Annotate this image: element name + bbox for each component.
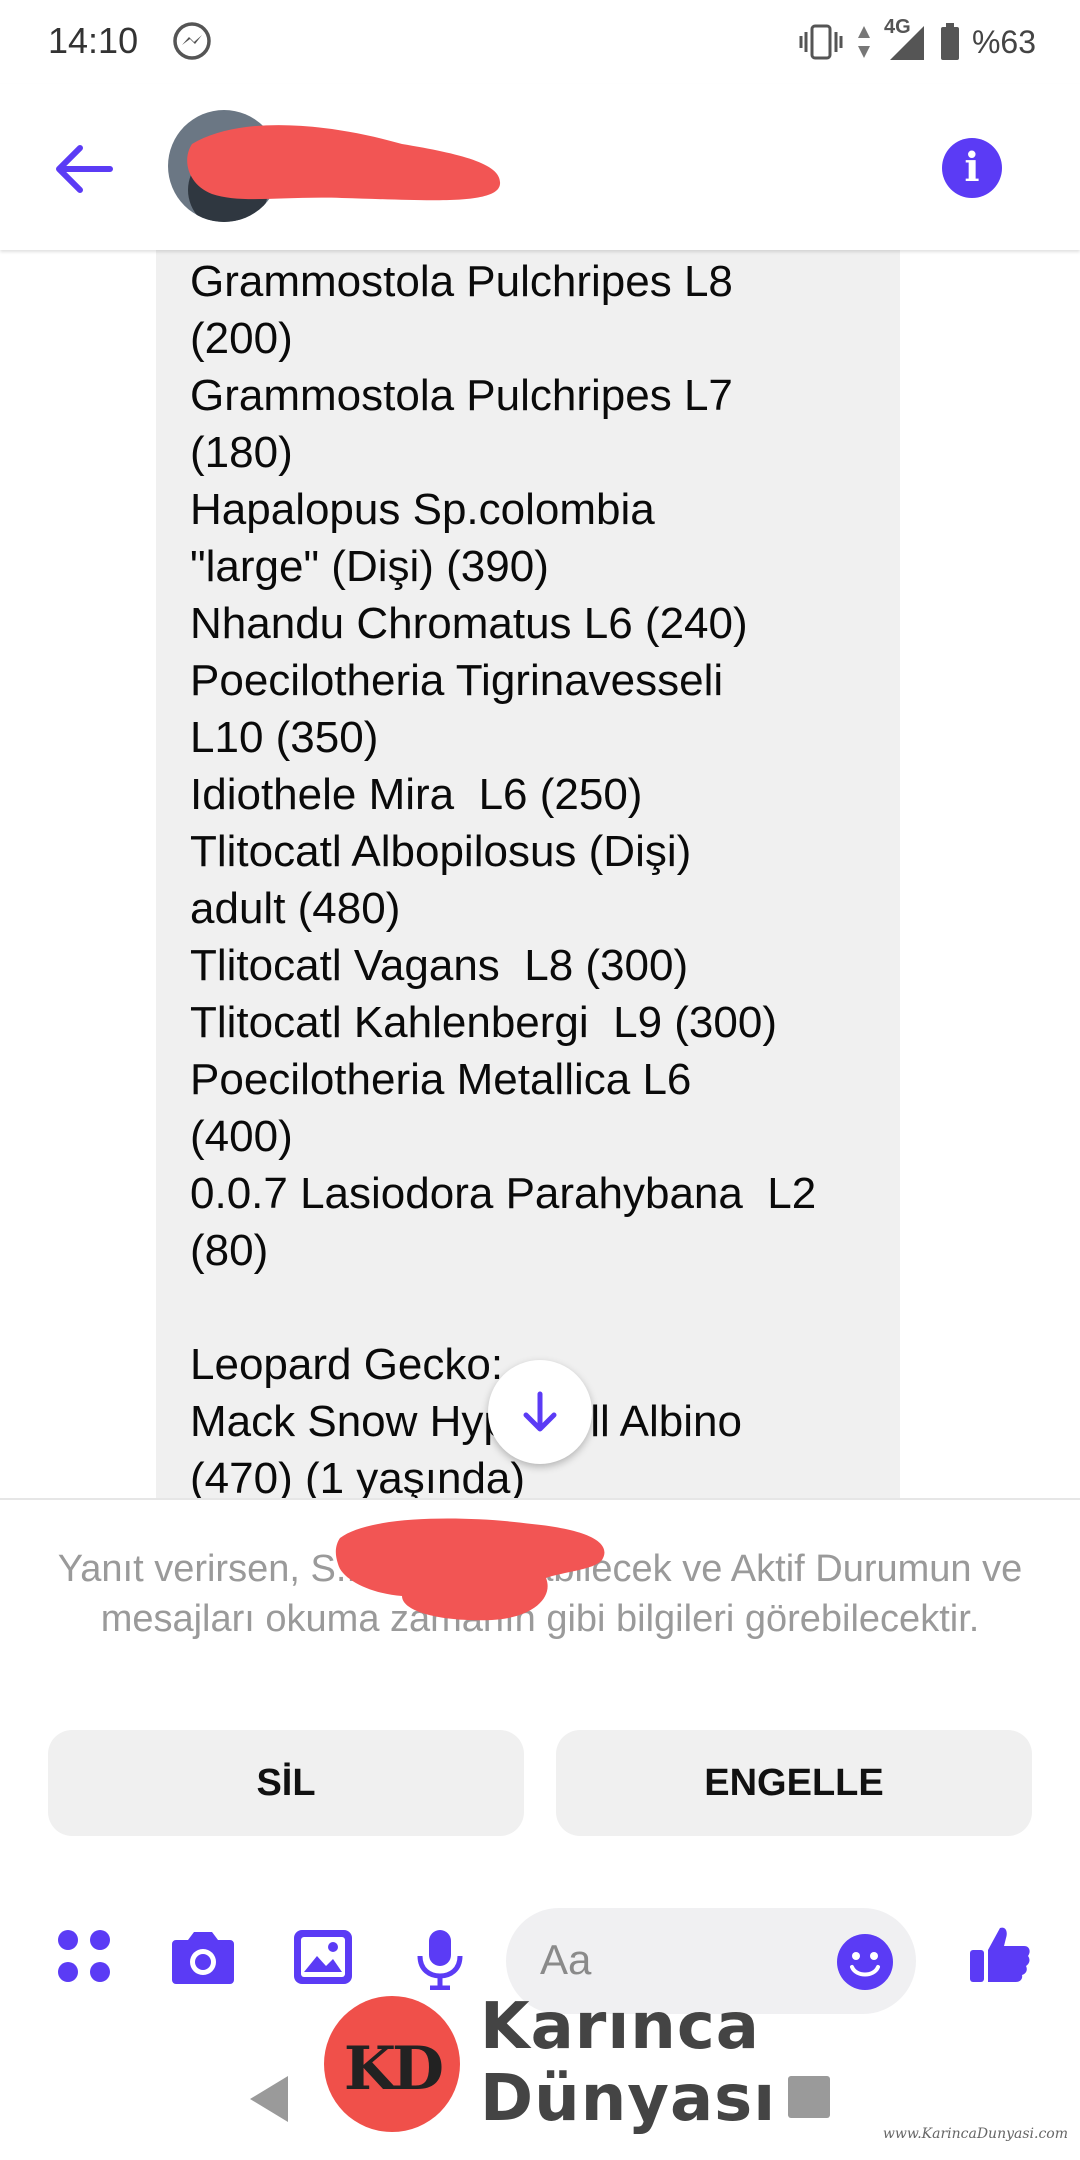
message-line: (200) xyxy=(190,314,293,363)
message-line: Poecilotheria Tigrinavesseli xyxy=(190,656,724,705)
microphone-icon[interactable] xyxy=(414,1928,466,1995)
messenger-icon xyxy=(170,20,214,64)
watermark-url: www.KarincaDunyasi.com xyxy=(882,2126,1068,2142)
status-time: 14:10 xyxy=(48,20,139,61)
gallery-icon[interactable] xyxy=(292,1928,354,1991)
message-line: 0.0.7 Lasiodora Parahybana L2 xyxy=(190,1169,817,1218)
status-indicators: 4G %63 xyxy=(798,16,1036,66)
data-arrows-icon xyxy=(856,24,872,60)
battery-icon xyxy=(940,23,960,61)
battery-percent: %63 xyxy=(971,23,1036,60)
status-bar: 14:10 4G %63 xyxy=(0,0,1080,84)
arrow-left-icon xyxy=(56,145,113,193)
message-bubble[interactable]: (...) Grammostola Pulchripes L8 (200) Gr… xyxy=(156,250,900,1498)
delete-button[interactable]: SİL xyxy=(48,1730,524,1836)
logo-initials: KD xyxy=(343,2034,444,2104)
message-line: (400) xyxy=(190,1112,293,1161)
logo-text-line2: Dünyası xyxy=(480,2062,777,2136)
logo-circle: KD xyxy=(324,1996,460,2132)
thumbs-up-icon[interactable] xyxy=(968,1922,1032,1991)
signal-icon: 4G xyxy=(884,16,928,62)
nav-recents-icon[interactable] xyxy=(788,2076,830,2118)
message-line: Tlitocatl Albopilosus (Dişi) xyxy=(190,827,692,876)
message-line: Idiothele Mira L6 (250) xyxy=(190,770,643,819)
message-line: Nhandu Chromatus L6 (240) xyxy=(190,599,748,648)
message-line: Tlitocatl Vagans L8 (300) xyxy=(190,941,689,990)
message-line: adult (480) xyxy=(190,884,401,933)
nav-back-icon[interactable] xyxy=(246,2074,290,2129)
apps-grid-icon[interactable] xyxy=(56,1928,112,1989)
message-line: Hapalopus Sp.colombia xyxy=(190,485,655,534)
arrow-down-icon xyxy=(523,1391,557,1432)
message-line: Grammostola Pulchripes L7 xyxy=(190,371,733,420)
scroll-to-bottom-button[interactable] xyxy=(488,1360,592,1464)
message-line: Grammostola Pulchripes L8 xyxy=(190,257,733,306)
info-button[interactable]: i xyxy=(942,138,1002,198)
watermark-logo: KD Karınca Dünyası xyxy=(324,1990,775,2160)
message-line: Poecilotheria Metallica L6 xyxy=(190,1055,692,1104)
message-line: Tlitocatl Kahlenbergi L9 (300) xyxy=(190,998,777,1047)
block-button[interactable]: ENGELLE xyxy=(556,1730,1032,1836)
redaction-mark xyxy=(335,1518,605,1621)
message-line: "large" (Dişi) (390) xyxy=(190,542,549,591)
camera-icon[interactable] xyxy=(170,1928,236,1991)
message-line: (180) xyxy=(190,428,293,477)
conversation-header: i xyxy=(0,84,1080,250)
vibrate-icon xyxy=(798,24,844,60)
message-thread[interactable]: (...) Grammostola Pulchripes L8 (200) Gr… xyxy=(0,250,1080,1498)
redaction-mark xyxy=(187,125,501,201)
emoji-icon[interactable] xyxy=(836,1933,894,1991)
message-input-placeholder: Aa xyxy=(540,1936,592,1983)
logo-text-line1: Karınca xyxy=(480,1990,760,2064)
back-button[interactable] xyxy=(48,134,118,204)
message-line: (80) xyxy=(190,1226,269,1275)
message-line: L10 (350) xyxy=(190,713,379,762)
